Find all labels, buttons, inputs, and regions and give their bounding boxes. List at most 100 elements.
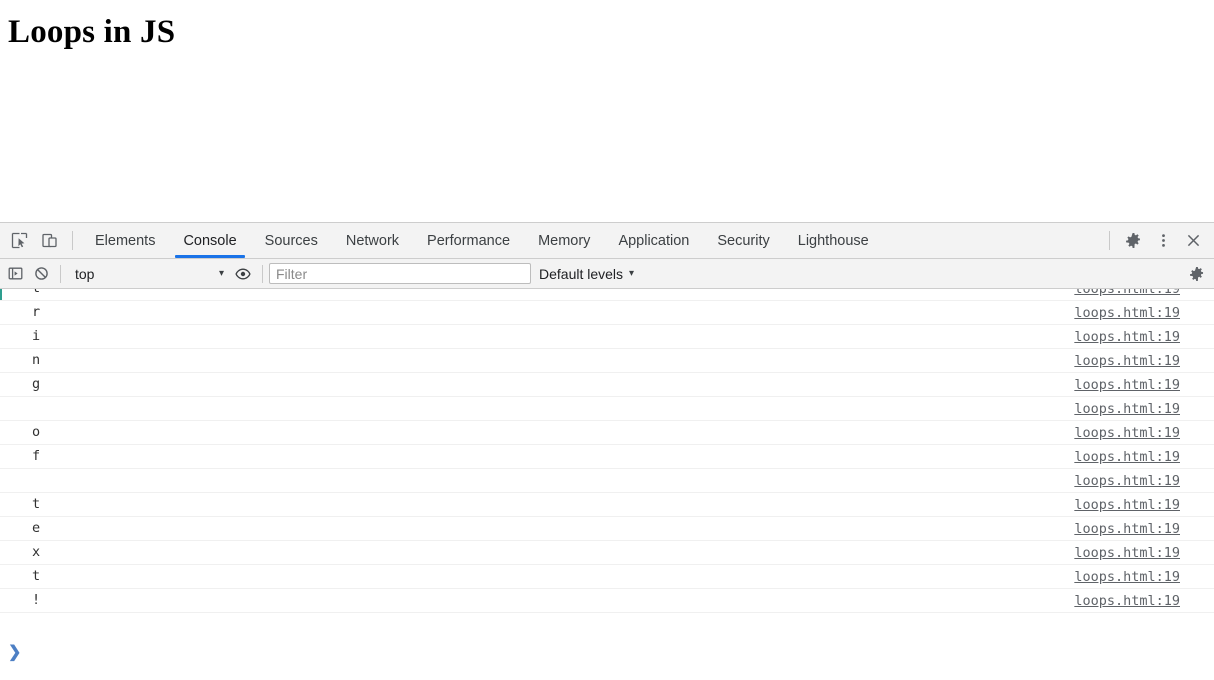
console-prompt-row[interactable]: ❯	[0, 640, 1214, 666]
devtools-tabbar-left-icons	[0, 223, 81, 258]
more-vertical-icon[interactable]	[1148, 232, 1178, 249]
chevron-down-icon: ▾	[629, 267, 635, 279]
console-message-row[interactable]: x loops.html:19	[0, 541, 1214, 565]
console-message-row[interactable]: t loops.html:19	[0, 289, 1214, 301]
devtools-tab-list: Elements Console Sources Network Perform…	[81, 223, 1101, 258]
tab-label: Lighthouse	[797, 232, 869, 249]
message-anchor-bar	[0, 397, 2, 420]
tabbar-right-divider	[1109, 231, 1110, 250]
console-message-row[interactable]: e loops.html:19	[0, 517, 1214, 541]
console-message-row[interactable]: i loops.html:19	[0, 325, 1214, 349]
console-message-text: r	[32, 303, 41, 320]
chevron-down-icon: ▾	[218, 267, 224, 279]
toolbar-divider-2	[262, 264, 263, 283]
console-message-text: t	[10, 289, 1074, 295]
console-sidebar-icon[interactable]	[2, 261, 28, 287]
console-message-text: o	[32, 423, 41, 440]
devtools-tabbar: Elements Console Sources Network Perform…	[0, 223, 1214, 259]
message-anchor-bar	[0, 565, 2, 588]
tab-label: Application	[618, 232, 690, 249]
console-filter-toolbar: top ▾ Default levels ▾	[0, 259, 1214, 289]
tab-application[interactable]: Application	[604, 223, 703, 258]
console-bottom-fill	[0, 666, 1214, 680]
console-message-text: i	[32, 327, 41, 344]
console-message-text: t	[32, 567, 41, 584]
console-message-row[interactable]: ! loops.html:19	[0, 589, 1214, 613]
log-levels-value: Default levels	[539, 265, 624, 282]
console-source-link[interactable]: loops.html:19	[1074, 289, 1214, 297]
message-anchor-bar	[0, 301, 2, 324]
tab-label: Sources	[264, 232, 318, 249]
message-anchor-bar	[0, 349, 2, 372]
devtools-panel: Elements Console Sources Network Perform…	[0, 222, 1214, 680]
console-message-row[interactable]: t loops.html:19	[0, 493, 1214, 517]
tab-network[interactable]: Network	[332, 223, 413, 258]
tab-label: Performance	[427, 232, 511, 249]
console-message-row[interactable]: f loops.html:19	[0, 445, 1214, 469]
console-source-link[interactable]: loops.html:19	[1074, 353, 1214, 369]
console-source-link[interactable]: loops.html:19	[1074, 305, 1214, 321]
console-source-link[interactable]: loops.html:19	[1074, 545, 1214, 561]
tab-security[interactable]: Security	[703, 223, 783, 258]
tab-lighthouse[interactable]: Lighthouse	[784, 223, 883, 258]
tab-label: Elements	[95, 232, 156, 249]
console-source-link[interactable]: loops.html:19	[1074, 329, 1214, 345]
console-message-text: t	[32, 495, 41, 512]
tab-console[interactable]: Console	[169, 223, 250, 258]
console-source-link[interactable]: loops.html:19	[1074, 521, 1214, 537]
gear-icon[interactable]	[1118, 232, 1148, 249]
message-anchor-bar	[0, 589, 2, 612]
console-message-row[interactable]: loops.html:19	[0, 469, 1214, 493]
tab-label: Console	[183, 232, 237, 249]
console-message-text: n	[32, 351, 41, 368]
console-source-link[interactable]: loops.html:19	[1074, 449, 1214, 465]
console-message-row[interactable]: t loops.html:19	[0, 565, 1214, 589]
settings-gear-icon[interactable]	[1184, 261, 1210, 287]
message-anchor-bar	[0, 541, 2, 564]
tab-sources[interactable]: Sources	[251, 223, 332, 258]
inspect-element-icon[interactable]	[4, 232, 34, 249]
console-message-text: f	[32, 447, 41, 464]
console-message-text: e	[32, 519, 41, 536]
toolbar-divider-1	[60, 264, 61, 283]
console-message-row[interactable]: loops.html:19	[0, 397, 1214, 421]
console-message-text: x	[32, 543, 41, 560]
message-anchor-bar	[0, 517, 2, 540]
console-source-link[interactable]: loops.html:19	[1074, 497, 1214, 513]
console-message-text: g	[32, 375, 41, 392]
message-anchor-bar	[0, 325, 2, 348]
console-prompt-input[interactable]	[27, 644, 1214, 662]
web-page-content: Loops in JS	[0, 0, 1214, 222]
console-message-list: t loops.html:19 r loops.html:19 i loops.…	[0, 289, 1214, 613]
message-anchor-bar	[0, 445, 2, 468]
console-message-area[interactable]: t loops.html:19 r loops.html:19 i loops.…	[0, 289, 1214, 640]
tab-label: Memory	[538, 232, 591, 249]
live-expression-eye-icon[interactable]	[230, 261, 256, 287]
clear-console-icon[interactable]	[28, 261, 54, 287]
message-anchor-bar	[0, 289, 2, 300]
tab-elements[interactable]: Elements	[81, 223, 169, 258]
console-source-link[interactable]: loops.html:19	[1074, 569, 1214, 585]
console-message-row[interactable]: n loops.html:19	[0, 349, 1214, 373]
execution-context-select[interactable]: top ▾	[67, 263, 230, 285]
tab-performance[interactable]: Performance	[413, 223, 524, 258]
console-source-link[interactable]: loops.html:19	[1074, 401, 1214, 417]
log-levels-select[interactable]: Default levels ▾	[531, 263, 642, 285]
console-message-text	[10, 402, 1074, 416]
console-message-row[interactable]: r loops.html:19	[0, 301, 1214, 325]
page-title: Loops in JS	[8, 14, 176, 50]
device-toolbar-icon[interactable]	[34, 232, 64, 249]
console-source-link[interactable]: loops.html:19	[1074, 593, 1214, 609]
tab-memory[interactable]: Memory	[524, 223, 604, 258]
console-source-link[interactable]: loops.html:19	[1074, 473, 1214, 489]
console-message-row[interactable]: o loops.html:19	[0, 421, 1214, 445]
filter-input[interactable]	[269, 263, 531, 284]
close-icon[interactable]	[1178, 232, 1208, 249]
tab-label: Network	[345, 232, 400, 249]
execution-context-value: top	[75, 265, 95, 282]
console-message-row[interactable]: g loops.html:19	[0, 373, 1214, 397]
console-source-link[interactable]: loops.html:19	[1074, 425, 1214, 441]
tabbar-divider	[72, 231, 73, 250]
devtools-tabbar-right-icons	[1101, 223, 1214, 258]
console-source-link[interactable]: loops.html:19	[1074, 377, 1214, 393]
